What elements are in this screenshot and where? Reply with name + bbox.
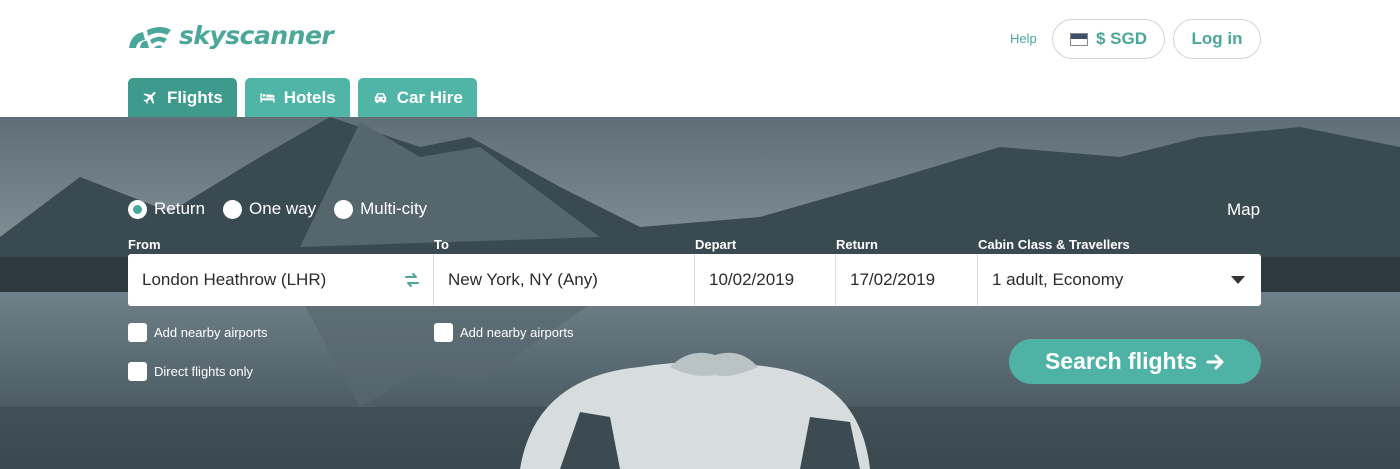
radio-button[interactable]	[223, 199, 243, 219]
trip-option-label: Multi-city	[360, 199, 428, 218]
radio-button[interactable]	[128, 199, 147, 219]
tab-car-hire[interactable]: Car Hire	[357, 78, 477, 117]
from-field[interactable]: London Heathrow (LHR)	[128, 254, 434, 306]
flag-icon	[1069, 32, 1088, 46]
trip-option-label: Return	[154, 199, 206, 218]
to-value: New York, NY (Any)	[448, 270, 598, 289]
cabin-value: 1 adult, Economy	[992, 270, 1124, 289]
trip-option-label: One way	[249, 199, 317, 218]
checkbox[interactable]	[434, 323, 453, 342]
chevron-down-icon	[1231, 276, 1245, 284]
skyscanner-logo[interactable]: skyscanner	[127, 20, 334, 50]
to-field[interactable]: New York, NY (Any)	[434, 254, 695, 306]
nearby-airports-to-option[interactable]: Add nearby airports	[434, 323, 573, 342]
search-hero: Return One way Multi-city Map From To De…	[0, 117, 1400, 469]
tab-label: Hotels	[283, 87, 336, 107]
direct-flights-option[interactable]: Direct flights only	[128, 362, 253, 381]
bed-icon	[260, 93, 275, 103]
tab-hotels[interactable]: Hotels	[244, 78, 350, 117]
login-button[interactable]: Log in	[1173, 19, 1261, 59]
checkbox-label: Add nearby airports	[460, 325, 574, 340]
checkbox-label: Add nearby airports	[154, 325, 268, 340]
return-label: Return	[836, 237, 878, 252]
cabin-travellers-select[interactable]: 1 adult, Economy	[978, 254, 1261, 306]
checkbox-label: Direct flights only	[154, 364, 253, 379]
map-link[interactable]: Map	[1227, 200, 1260, 220]
login-label: Log in	[1191, 29, 1243, 48]
from-label: From	[128, 237, 161, 252]
search-flights-button[interactable]: Search flights	[1009, 339, 1261, 384]
trip-option-one-way[interactable]: One way	[223, 199, 316, 219]
currency-button[interactable]: $ SGD	[1052, 19, 1165, 59]
site-header: skyscanner Help $ SGD Log in Flights Hot…	[0, 0, 1400, 117]
checkbox[interactable]	[128, 362, 147, 381]
nearby-airports-from-option[interactable]: Add nearby airports	[128, 323, 267, 342]
trip-option-multi-city[interactable]: Multi-city	[334, 199, 427, 219]
search-button-label: Search flights	[1044, 348, 1198, 374]
trip-option-return[interactable]: Return	[128, 199, 205, 219]
tab-flights[interactable]: Flights	[128, 78, 237, 117]
checkbox[interactable]	[128, 323, 147, 342]
from-value: London Heathrow (LHR)	[142, 270, 327, 289]
tab-label: Car Hire	[396, 87, 463, 107]
return-date-field[interactable]: 17/02/2019	[836, 254, 978, 306]
depart-label: Depart	[695, 237, 737, 252]
car-icon	[374, 93, 386, 104]
brand-name: skyscanner	[179, 20, 334, 50]
currency-label: $ SGD	[1095, 29, 1148, 48]
product-tabs: Flights Hotels Car Hire	[128, 78, 477, 117]
trip-type-selector: Return One way Multi-city	[128, 199, 427, 219]
return-value: 17/02/2019	[850, 270, 936, 289]
depart-value: 10/02/2019	[709, 270, 795, 289]
arrow-right-icon	[1206, 354, 1224, 369]
to-label: To	[434, 237, 449, 252]
cabin-label: Cabin Class & Travellers	[978, 237, 1130, 252]
depart-date-field[interactable]: 10/02/2019	[695, 254, 836, 306]
flight-search-form: London Heathrow (LHR) New York, NY (Any)…	[128, 254, 1261, 306]
radio-button[interactable]	[334, 199, 354, 219]
swap-icon[interactable]	[403, 271, 421, 289]
tab-label: Flights	[167, 87, 223, 107]
help-link[interactable]: Help	[1010, 31, 1037, 46]
sunrise-logo-icon	[129, 27, 171, 48]
plane-icon	[143, 91, 156, 105]
